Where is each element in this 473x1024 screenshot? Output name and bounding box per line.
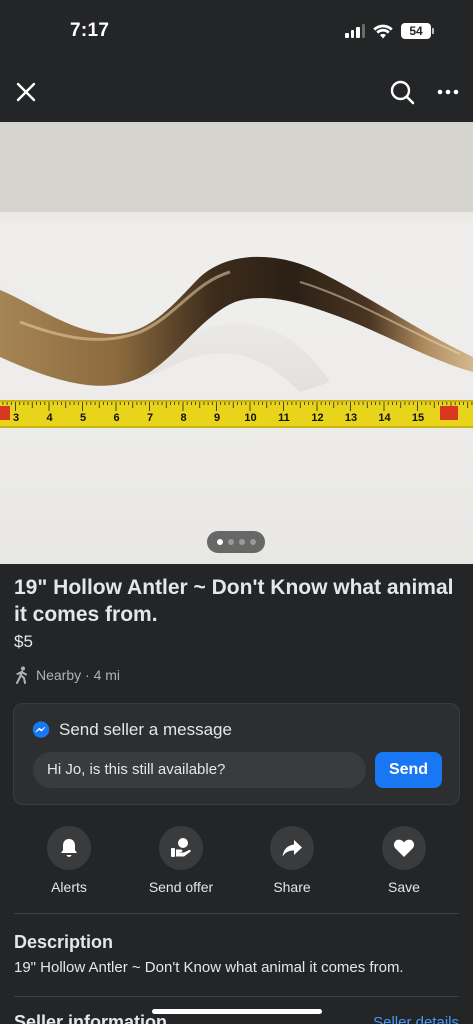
save-button[interactable]: Save <box>354 826 454 895</box>
status-bar: 7:17 54 <box>0 0 473 62</box>
nav-actions <box>389 79 459 105</box>
alerts-label: Alerts <box>51 879 87 895</box>
more-button[interactable] <box>437 89 459 95</box>
more-icon <box>437 89 459 95</box>
battery-icon: 54 <box>401 23 434 39</box>
bell-icon <box>61 839 77 857</box>
location-text: Nearby · 4 mi <box>36 667 121 683</box>
listing-price: $5 <box>14 632 33 651</box>
tape-number: 4 <box>46 412 53 424</box>
message-card: Send seller a message Hi Jo, is this sti… <box>13 703 460 805</box>
message-input[interactable]: Hi Jo, is this still available? <box>33 752 366 788</box>
photo-dot <box>249 539 256 545</box>
tape-number: 3 <box>13 412 19 424</box>
close-icon <box>16 82 36 102</box>
share-button[interactable]: Share <box>242 826 342 895</box>
tape-number: 8 <box>180 412 186 424</box>
description-title: Description <box>14 932 114 952</box>
listing-title: 19" Hollow Antler ~ Don't Know what anim… <box>14 576 454 626</box>
alerts-button[interactable]: Alerts <box>19 826 119 895</box>
status-icons: 54 <box>345 23 434 39</box>
tape-number: 15 <box>412 412 424 424</box>
home-indicator[interactable] <box>152 1009 322 1014</box>
cellular-signal-icon <box>345 24 365 38</box>
listing-photo[interactable]: 3 4 5 6 7 8 9 10 11 12 13 14 15 <box>0 122 473 564</box>
send-offer-button[interactable]: Send offer <box>131 826 231 895</box>
tape-number: 6 <box>113 412 119 424</box>
tape-number: 10 <box>244 412 256 424</box>
tape-number: 14 <box>378 412 391 424</box>
photo-dot <box>227 539 234 545</box>
nav-bar <box>0 62 473 122</box>
close-button[interactable] <box>14 80 38 104</box>
search-icon <box>390 80 415 105</box>
walking-person-icon <box>16 666 27 684</box>
seller-information-title: Seller information <box>14 1012 168 1024</box>
photo-dot <box>238 539 245 545</box>
divider <box>14 996 459 997</box>
message-heading: Send seller a message <box>32 720 232 740</box>
heart-icon <box>393 839 415 857</box>
search-button[interactable] <box>389 79 415 105</box>
tape-number: 12 <box>311 412 323 424</box>
antler-image: 3 4 5 6 7 8 9 10 11 12 13 14 15 <box>0 122 473 428</box>
description-text: 19" Hollow Antler ~ Don't Know what anim… <box>14 959 404 976</box>
divider <box>14 913 459 914</box>
share-icon <box>282 840 302 857</box>
action-row: Alerts Send offer Share Save <box>0 826 473 898</box>
message-heading-label: Send seller a message <box>59 720 232 739</box>
photo-dot <box>216 539 223 545</box>
messenger-icon <box>32 721 50 738</box>
share-label: Share <box>273 879 311 895</box>
listing-location: Nearby · 4 mi <box>14 666 120 684</box>
send-button[interactable]: Send <box>375 752 442 788</box>
tape-number: 5 <box>80 412 86 424</box>
share-circle <box>270 826 314 870</box>
tape-number: 9 <box>214 412 220 424</box>
save-circle <box>382 826 426 870</box>
status-time: 7:17 <box>70 20 110 41</box>
send-offer-label: Send offer <box>148 879 214 895</box>
photo-pagination[interactable] <box>207 531 265 553</box>
save-label: Save <box>388 879 420 895</box>
wifi-icon <box>373 24 393 38</box>
alerts-circle <box>47 826 91 870</box>
tape-number: 13 <box>345 412 357 424</box>
tape-number: 7 <box>147 412 153 424</box>
tape-number: 11 <box>278 412 290 424</box>
seller-details-link[interactable]: Seller details <box>373 1014 459 1024</box>
send-offer-circle <box>159 826 203 870</box>
send-offer-icon <box>171 838 191 857</box>
